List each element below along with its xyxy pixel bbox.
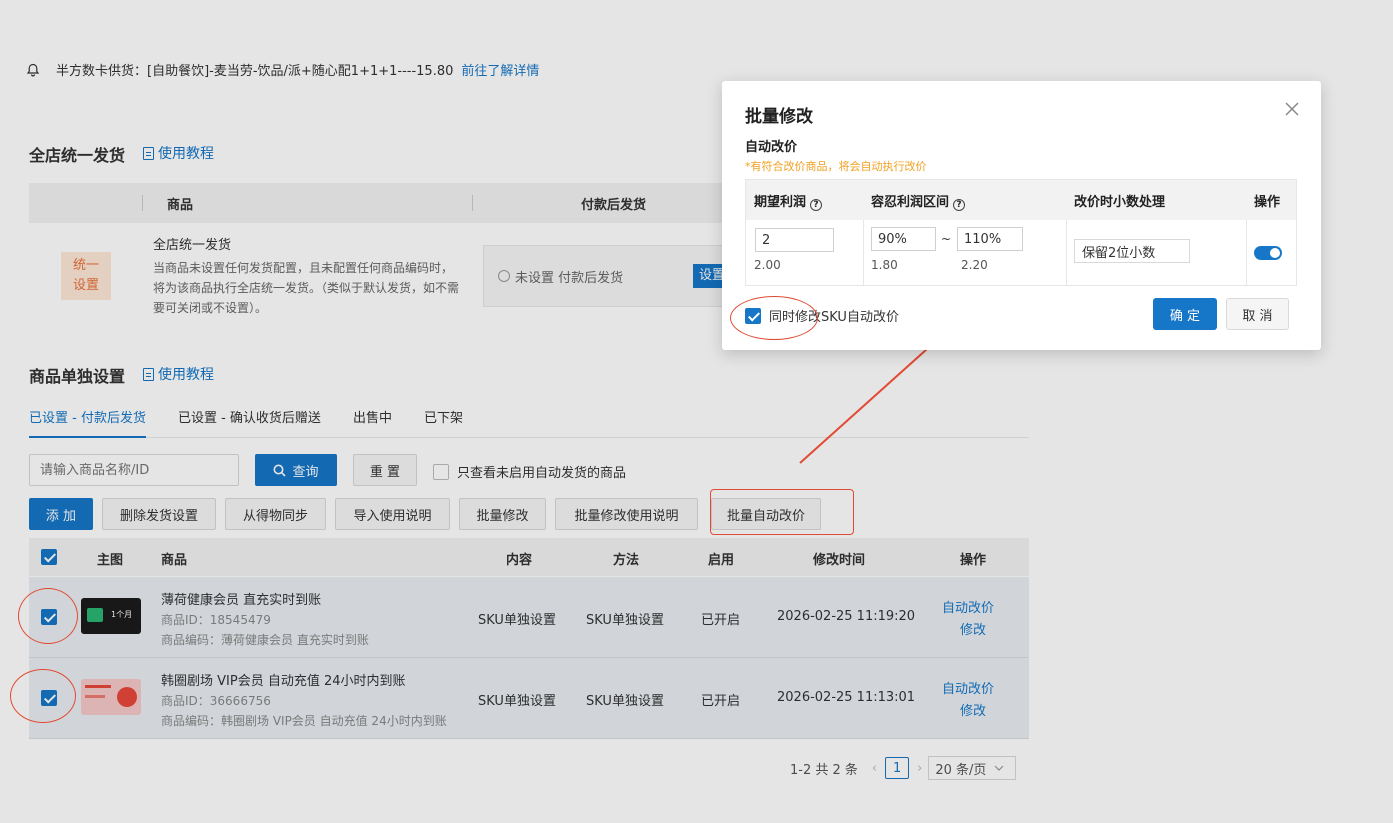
expected-profit-calc: 2.00 [754,258,781,272]
auto-price-table: 期望利润? 容忍利润区间? 改价时小数处理 操作 2 2.00 90% ~ 11… [745,179,1297,286]
tolerance-high-input[interactable]: 110% [957,227,1023,251]
decimal-select-value: 保留2位小数 [1082,245,1156,261]
col-expected-profit: 期望利润? [754,191,823,211]
confirm-button[interactable]: 确 定 [1153,298,1217,330]
col-tolerance: 容忍利润区间? [871,191,966,211]
col-decimal: 改价时小数处理 [1074,195,1166,210]
col-action: 操作 [1254,195,1281,210]
col-tolerance-label: 容忍利润区间 [871,195,950,210]
cancel-button[interactable]: 取 消 [1226,298,1289,330]
expected-profit-input[interactable]: 2 [755,228,834,252]
tolerance-low-input[interactable]: 90% [871,227,936,251]
tolerance-high-calc: 2.20 [961,258,988,272]
tolerance-separator: ~ [941,232,952,246]
auto-price-table-body: 2 2.00 90% ~ 110% 1.80 2.20 保留2位小数 [746,220,1296,286]
help-icon[interactable]: ? [810,199,823,211]
modal-title: 批量修改 [745,107,813,127]
modal-section-title: 自动改价 [745,140,798,155]
close-icon[interactable] [1284,101,1300,117]
auto-price-table-header: 期望利润? 容忍利润区间? 改价时小数处理 操作 [746,180,1296,220]
modal-hint: *有符合改价商品，将会自动执行改价 [745,160,927,173]
help-icon[interactable]: ? [953,199,966,211]
col-expected-profit-label: 期望利润 [754,195,807,210]
tolerance-low-calc: 1.80 [871,258,898,272]
decimal-select[interactable]: 保留2位小数 [1074,239,1190,263]
annotation-circle [730,296,818,340]
auto-price-toggle[interactable] [1254,246,1282,260]
